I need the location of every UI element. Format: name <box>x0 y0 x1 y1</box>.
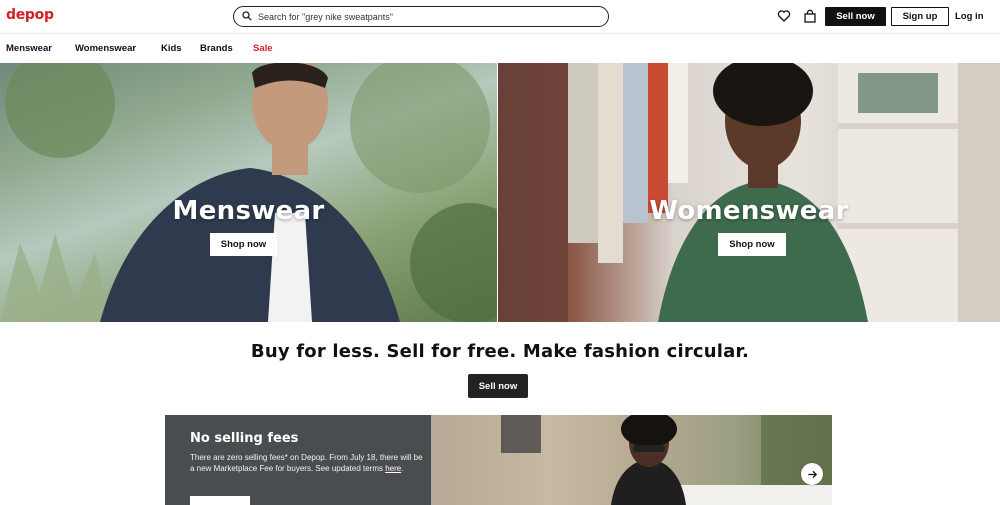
shop-womenswear-button[interactable]: Shop now <box>718 233 786 256</box>
search-bar[interactable] <box>233 6 609 27</box>
heart-icon[interactable] <box>777 9 791 23</box>
promo-text-panel: No selling fees There are zero selling f… <box>165 415 431 505</box>
promo-terms-link[interactable]: here <box>385 464 401 473</box>
nav-item-brands[interactable]: Brands <box>200 43 233 54</box>
tagline-heading: Buy for less. Sell for free. Make fashio… <box>250 341 750 362</box>
category-nav: Menswear Womenswear Kids Brands Sale <box>0 35 1000 63</box>
carousel-next-button[interactable] <box>801 463 823 485</box>
sell-now-cta-button[interactable]: Sell now <box>468 374 528 398</box>
top-header: depop Sell now Sign up Log in <box>0 0 1000 34</box>
sign-up-button[interactable]: Sign up <box>891 7 949 26</box>
womenswear-photo <box>498 63 1000 322</box>
hero-menswear-title: Menswear <box>172 196 325 226</box>
menswear-photo <box>0 63 497 322</box>
nav-item-womenswear[interactable]: Womenswear <box>75 43 136 54</box>
sell-now-button[interactable]: Sell now <box>825 7 886 26</box>
promo-photo <box>431 415 832 505</box>
hero-womenswear-title: Womenswear <box>649 196 849 226</box>
nav-item-menswear[interactable]: Menswear <box>6 43 52 54</box>
hero-menswear[interactable]: Menswear Shop now <box>0 63 497 322</box>
hero-womenswear[interactable]: Womenswear Shop now <box>498 63 1000 322</box>
shopping-bag-icon[interactable] <box>803 9 817 23</box>
search-icon <box>242 8 252 26</box>
arrow-right-icon <box>807 470 817 478</box>
promo-banner: No selling fees There are zero selling f… <box>165 415 832 505</box>
promo-description: There are zero selling fees* on Depop. F… <box>190 452 426 474</box>
search-input[interactable] <box>258 11 588 22</box>
nav-item-kids[interactable]: Kids <box>161 43 182 54</box>
promo-image <box>501 415 832 505</box>
depop-logo[interactable]: depop <box>6 7 54 23</box>
promo-text-after-link: . <box>401 464 404 473</box>
log-in-link[interactable]: Log in <box>955 11 984 22</box>
shop-menswear-button[interactable]: Shop now <box>210 233 277 256</box>
nav-item-sale[interactable]: Sale <box>253 43 273 54</box>
promo-button[interactable] <box>190 496 250 505</box>
promo-title: No selling fees <box>190 431 299 446</box>
